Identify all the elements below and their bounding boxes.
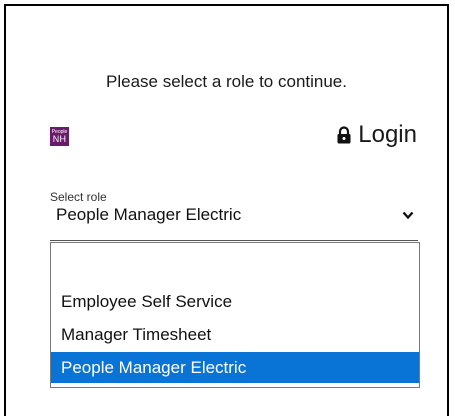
role-option-manager-timesheet[interactable]: Manager Timesheet — [51, 319, 419, 350]
page-prompt: Please select a role to continue. — [106, 72, 347, 91]
role-option-blank[interactable] — [51, 249, 419, 280]
role-option-employee-self-service[interactable]: Employee Self Service — [51, 286, 419, 317]
role-option-people-manager-electric[interactable]: People Manager Electric — [51, 352, 419, 383]
chevron-down-icon — [402, 211, 414, 220]
login-heading: Login — [336, 121, 417, 149]
login-label: Login — [358, 121, 417, 148]
role-select-box[interactable]: People Manager Electric — [50, 204, 418, 241]
logo-text-large: NH — [52, 134, 67, 144]
company-logo: People NH — [50, 127, 69, 146]
lock-icon — [337, 126, 351, 144]
role-select-value: People Manager Electric — [56, 205, 242, 224]
role-select-caption: Select role — [50, 190, 107, 204]
role-selection-dialog: Please select a role to continue. People… — [4, 4, 449, 416]
role-select: Select role People Manager Electric — [50, 190, 418, 241]
role-dropdown-list: Employee Self Service Manager Timesheet … — [50, 242, 420, 388]
